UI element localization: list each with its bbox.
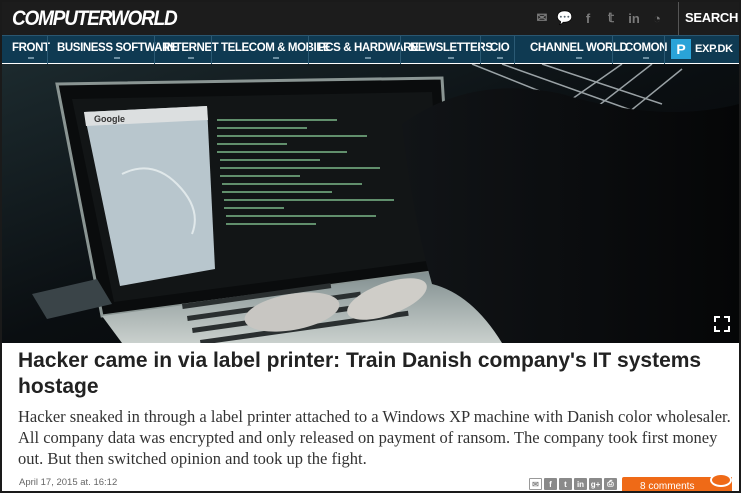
linkedin-share-icon[interactable]: in — [574, 478, 587, 490]
main-nav: FRONT BUSINESS SOFTWARE INTERNET TELECOM… — [2, 35, 739, 64]
exp-label: EXP.DK — [695, 43, 733, 55]
search-button[interactable]: SEARCH — [685, 10, 739, 25]
nav-separator — [308, 36, 309, 64]
search-label: SEARCH — [685, 10, 739, 25]
nav-separator — [612, 36, 613, 64]
top-bar: COMPUTERWORLD ✉ 💬 f 𝕥 in ◔ SEARCH — [2, 2, 739, 35]
browser-frame: COMPUTERWORLD ✉ 💬 f 𝕥 in ◔ SEARCH FRONT … — [0, 0, 741, 493]
nav-item-telecom-mobile[interactable]: TELECOM & MOBILE — [221, 42, 331, 59]
nav-separator — [154, 36, 155, 64]
nav-item-cio[interactable]: CIO — [490, 42, 510, 59]
site-logo[interactable]: COMPUTERWORLD — [12, 7, 178, 32]
share-links: ✉ f t in g+ ⎙ — [529, 478, 617, 490]
chat-icon[interactable]: 💬 — [557, 9, 573, 27]
search-divider — [678, 2, 679, 35]
mail-icon[interactable]: ✉ — [535, 9, 549, 27]
facebook-share-icon[interactable]: f — [544, 478, 557, 490]
comment-bubble-icon — [710, 473, 732, 487]
twitter-share-icon[interactable]: t — [559, 478, 572, 490]
social-links: ✉ 💬 f 𝕥 in ◔ — [535, 9, 664, 27]
hacker-laptop-photo: Google — [2, 64, 739, 343]
article-date: April 17, 2015 at. 16:12 — [19, 477, 118, 488]
comments-label: 8 comments — [640, 480, 695, 492]
mail-share-icon[interactable]: ✉ — [529, 478, 542, 490]
nav-separator — [47, 36, 48, 64]
svg-text:Google: Google — [94, 114, 125, 124]
nav-item-front[interactable]: FRONT — [12, 42, 50, 59]
nav-item-comon[interactable]: COMON — [625, 42, 667, 59]
nav-separator — [400, 36, 401, 64]
print-icon[interactable]: ⎙ — [604, 478, 617, 490]
google-plus-share-icon[interactable]: g+ — [589, 478, 602, 490]
twitter-icon[interactable]: 𝕥 — [604, 9, 618, 27]
article-headline[interactable]: Hacker came in via label printer: Train … — [18, 348, 718, 400]
nav-separator — [211, 36, 212, 64]
rss-icon[interactable]: ◔ — [650, 9, 664, 27]
nav-separator — [514, 36, 515, 64]
nav-separator — [480, 36, 481, 64]
expand-icon[interactable] — [713, 315, 731, 333]
hero-image[interactable]: Google — [2, 64, 739, 343]
nav-separator — [664, 36, 665, 64]
nav-item-business-software[interactable]: BUSINESS SOFTWARE — [57, 42, 178, 59]
linkedin-icon[interactable]: in — [627, 9, 641, 27]
exp-logo-icon: P — [671, 39, 691, 59]
facebook-icon[interactable]: f — [581, 9, 595, 27]
article-lede: Hacker sneaked in through a label printe… — [18, 407, 731, 468]
exp-link[interactable]: P EXP.DK — [671, 39, 733, 59]
nav-item-pcs-hardware[interactable]: PCS & HARDWARE — [318, 42, 419, 59]
